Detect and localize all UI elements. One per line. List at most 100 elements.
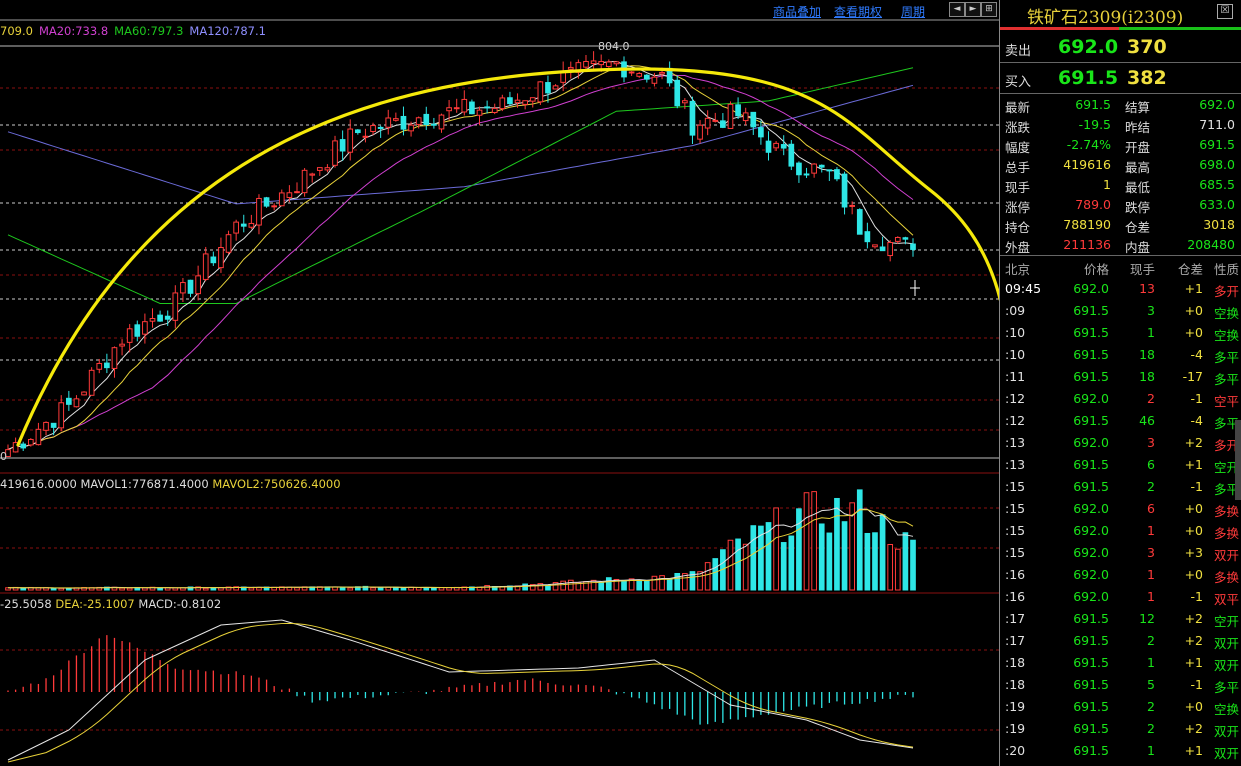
tick-price: 691.5: [1073, 347, 1109, 362]
kline-chart[interactable]: [0, 0, 999, 766]
volume-bar: [674, 572, 681, 591]
candle-body: [773, 142, 779, 149]
ask-volume: 370: [1127, 36, 1167, 58]
volume-bar: [484, 585, 490, 591]
tick-row[interactable]: :16 692.0 1 +0 多换: [1000, 564, 1241, 586]
volume-legend: 419616.0000 MAVOL1:776871.4000 MAVOL2:75…: [0, 477, 341, 491]
candle-body: [362, 135, 369, 138]
ma60-value: MA60:797.3: [114, 24, 184, 38]
header-oi-change: 仓差: [1177, 262, 1203, 277]
candle-body: [218, 247, 224, 269]
tick-price: 691.5: [1073, 303, 1109, 318]
stat-label: 最高: [1125, 160, 1151, 175]
candle-body: [704, 117, 711, 129]
tick-row[interactable]: :17 691.5 2 +2 双开: [1000, 630, 1241, 652]
contract-title-row: 铁矿石2309(i2309) ☒: [1000, 0, 1241, 28]
candle-body: [385, 117, 392, 128]
ask-price: 692.0: [1058, 36, 1119, 58]
tick-row[interactable]: :15 692.0 3 +3 双开: [1000, 542, 1241, 564]
tick-oi-change: +1: [1184, 457, 1203, 472]
close-icon[interactable]: ☒: [1217, 4, 1233, 19]
bid-label: 买入: [1005, 75, 1032, 90]
tick-row[interactable]: :10 691.5 18 -4 多平: [1000, 344, 1241, 366]
tick-row[interactable]: :11 691.5 18 -17 多平: [1000, 366, 1241, 388]
candle-body: [834, 169, 840, 180]
candle-body: [636, 72, 643, 77]
volume-bar: [256, 587, 262, 591]
view-options-link[interactable]: 查看期权: [834, 3, 882, 20]
overlay-link[interactable]: 商品叠加: [773, 3, 821, 20]
candle-body: [765, 140, 772, 153]
tick-nature: 双开: [1213, 724, 1239, 739]
tick-time: :10: [1005, 325, 1026, 340]
volume-bar: [347, 587, 354, 591]
ask-label: 卖出: [1005, 44, 1032, 59]
candle-body: [96, 362, 103, 370]
stat-value: 685.5: [1199, 177, 1235, 192]
tick-row[interactable]: :19 691.5 2 +0 空换: [1000, 696, 1241, 718]
tick-row[interactable]: :09 691.5 3 +0 空换: [1000, 300, 1241, 322]
candle-body: [803, 173, 810, 176]
tick-row[interactable]: :18 691.5 5 -1 多平: [1000, 674, 1241, 696]
tick-nature: 多平: [1213, 350, 1239, 365]
candle-body: [301, 169, 308, 194]
tick-time: :19: [1005, 721, 1026, 736]
volume-bar: [58, 587, 65, 591]
ma-legend: 709.0 MA20:733.8 MA60:797.3 MA120:787.1: [0, 24, 272, 38]
tick-row[interactable]: :17 691.5 12 +2 空开: [1000, 608, 1241, 630]
tick-row[interactable]: :15 691.5 2 -1 多平: [1000, 476, 1241, 498]
tick-oi-change: +0: [1184, 699, 1203, 714]
tick-oi-change: +3: [1184, 545, 1203, 560]
candle-body: [720, 120, 726, 128]
period-link[interactable]: 周期: [901, 3, 925, 20]
stat-value: 419616: [1063, 157, 1111, 172]
candle-body: [339, 139, 346, 152]
tick-row[interactable]: :12 692.0 2 -1 空平: [1000, 388, 1241, 410]
peak-price-label: 804.0: [598, 40, 630, 53]
tick-row[interactable]: :20 691.5 1 +1 双开: [1000, 740, 1241, 762]
tick-row[interactable]: :16 692.0 1 -1 双平: [1000, 586, 1241, 608]
divider: [1000, 62, 1241, 63]
volume-bar: [834, 497, 840, 591]
stat-value: 691.5: [1199, 137, 1235, 152]
candle-body: [248, 222, 255, 228]
tick-row[interactable]: :18 691.5 1 +1 双开: [1000, 652, 1241, 674]
tick-row[interactable]: :15 692.0 1 +0 多换: [1000, 520, 1241, 542]
tick-row[interactable]: :13 691.5 6 +1 空开: [1000, 454, 1241, 476]
tick-oi-change: +2: [1184, 721, 1203, 736]
scroll-right-button[interactable]: ►: [965, 2, 981, 17]
volume-bar: [659, 575, 665, 591]
candle-body: [180, 282, 186, 294]
tick-price: 692.0: [1073, 281, 1109, 296]
stat-label: 持仓: [1005, 220, 1031, 235]
candle-body: [187, 279, 194, 294]
candle-body: [408, 124, 414, 132]
quote-panel: 铁矿石2309(i2309) ☒ 卖出 692.0 370 买入 691.5 3…: [999, 0, 1241, 766]
tick-scrollbar[interactable]: [1235, 420, 1241, 500]
tick-list[interactable]: 北京 价格 现手 仓差 性质 09:45 692.0 13 +1 多开:09 691.5 3…: [1000, 256, 1241, 762]
stat-row: 外盘 211136 内盘 208480: [1000, 235, 1241, 255]
tick-volume: 13: [1139, 281, 1155, 296]
tick-time: 09:45: [1005, 281, 1042, 296]
tick-time: :17: [1005, 633, 1026, 648]
candle-body: [613, 61, 620, 65]
tick-row[interactable]: 09:45 692.0 13 +1 多开: [1000, 278, 1241, 300]
kline-chart-area[interactable]: 商品叠加 查看期权 周期 ◄ ► ⊞ 709.0 MA20:733.8 MA60:7…: [0, 0, 999, 766]
tick-oi-change: +1: [1184, 743, 1203, 758]
dif-line: [7, 619, 914, 761]
tick-volume: 6: [1147, 501, 1155, 516]
fullscreen-button[interactable]: ⊞: [981, 2, 997, 17]
tick-row[interactable]: :13 692.0 3 +2 多开: [1000, 432, 1241, 454]
tick-oi-change: -1: [1190, 479, 1203, 494]
tick-row[interactable]: :19 691.5 2 +2 双开: [1000, 718, 1241, 740]
tick-row[interactable]: :15 692.0 6 +0 多换: [1000, 498, 1241, 520]
tick-time: :15: [1005, 523, 1026, 538]
stat-value: 1: [1103, 177, 1111, 192]
scroll-left-button[interactable]: ◄: [949, 2, 965, 17]
candle-body: [849, 204, 855, 207]
tick-nature: 双开: [1213, 636, 1239, 651]
tick-row[interactable]: :10 691.5 1 +0 空换: [1000, 322, 1241, 344]
quote-stats: 最新 691.5 结算 692.0 涨跌 -19.5 昨结 711.0 幅度 -2.74% 开盘 69…: [1000, 95, 1241, 255]
tick-row[interactable]: :12 691.5 46 -4 多平: [1000, 410, 1241, 432]
volume-bar: [864, 532, 871, 591]
